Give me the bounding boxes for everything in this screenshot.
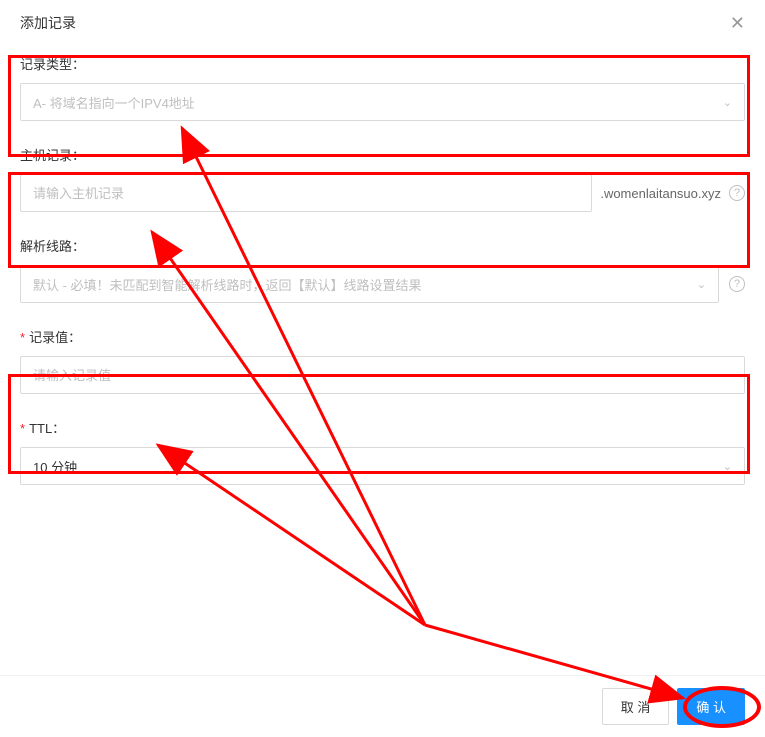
required-mark: * — [20, 330, 25, 345]
route-label: 解析线路： — [20, 236, 745, 255]
hostname-input[interactable] — [33, 186, 579, 201]
cancel-button[interactable]: 取 消 — [602, 688, 670, 725]
route-select[interactable]: 默认 - 必填！未匹配到智能解析线路时，返回【默认】线路设置结果 ⌄ — [20, 265, 719, 303]
field-record-value: *记录值： — [20, 327, 745, 394]
chevron-down-icon: ⌄ — [697, 278, 706, 291]
chevron-down-icon: ⌄ — [723, 96, 732, 109]
ttl-value: 10 分钟 — [33, 457, 723, 476]
help-icon[interactable]: ? — [729, 276, 745, 292]
ttl-select[interactable]: 10 分钟 ⌄ — [20, 447, 745, 485]
field-hostname: 主机记录： .womenlaitansuo.xyz ? — [20, 145, 745, 212]
record-value-label: *记录值： — [20, 327, 745, 346]
modal-body: 记录类型： A- 将域名指向一个IPV4地址 ⌄ 主机记录： .womenlai… — [0, 46, 765, 675]
record-type-select[interactable]: A- 将域名指向一个IPV4地址 ⌄ — [20, 83, 745, 121]
ttl-label: *TTL： — [20, 418, 745, 437]
domain-suffix: .womenlaitansuo.xyz — [600, 186, 721, 201]
hostname-label: 主机记录： — [20, 145, 745, 164]
route-value: 默认 - 必填！未匹配到智能解析线路时，返回【默认】线路设置结果 — [33, 275, 697, 294]
record-value-input-wrap — [20, 356, 745, 394]
field-record-type: 记录类型： A- 将域名指向一个IPV4地址 ⌄ — [20, 54, 745, 121]
close-icon[interactable]: ✕ — [726, 10, 749, 36]
help-icon[interactable]: ? — [729, 185, 745, 201]
modal-header: 添加记录 ✕ — [0, 0, 765, 46]
chevron-down-icon: ⌄ — [723, 460, 732, 473]
modal-title: 添加记录 — [20, 13, 76, 33]
add-record-modal: 添加记录 ✕ 记录类型： A- 将域名指向一个IPV4地址 ⌄ 主机记录： .w… — [0, 0, 765, 737]
confirm-button[interactable]: 确 认 — [677, 688, 745, 725]
record-type-value: A- 将域名指向一个IPV4地址 — [33, 93, 723, 112]
required-mark: * — [20, 421, 25, 436]
record-type-label: 记录类型： — [20, 54, 745, 73]
modal-footer: 取 消 确 认 — [0, 675, 765, 737]
field-ttl: *TTL： 10 分钟 ⌄ — [20, 418, 745, 485]
record-value-input[interactable] — [33, 368, 732, 383]
hostname-input-wrap — [20, 174, 592, 212]
field-route: 解析线路： 默认 - 必填！未匹配到智能解析线路时，返回【默认】线路设置结果 ⌄… — [20, 236, 745, 303]
